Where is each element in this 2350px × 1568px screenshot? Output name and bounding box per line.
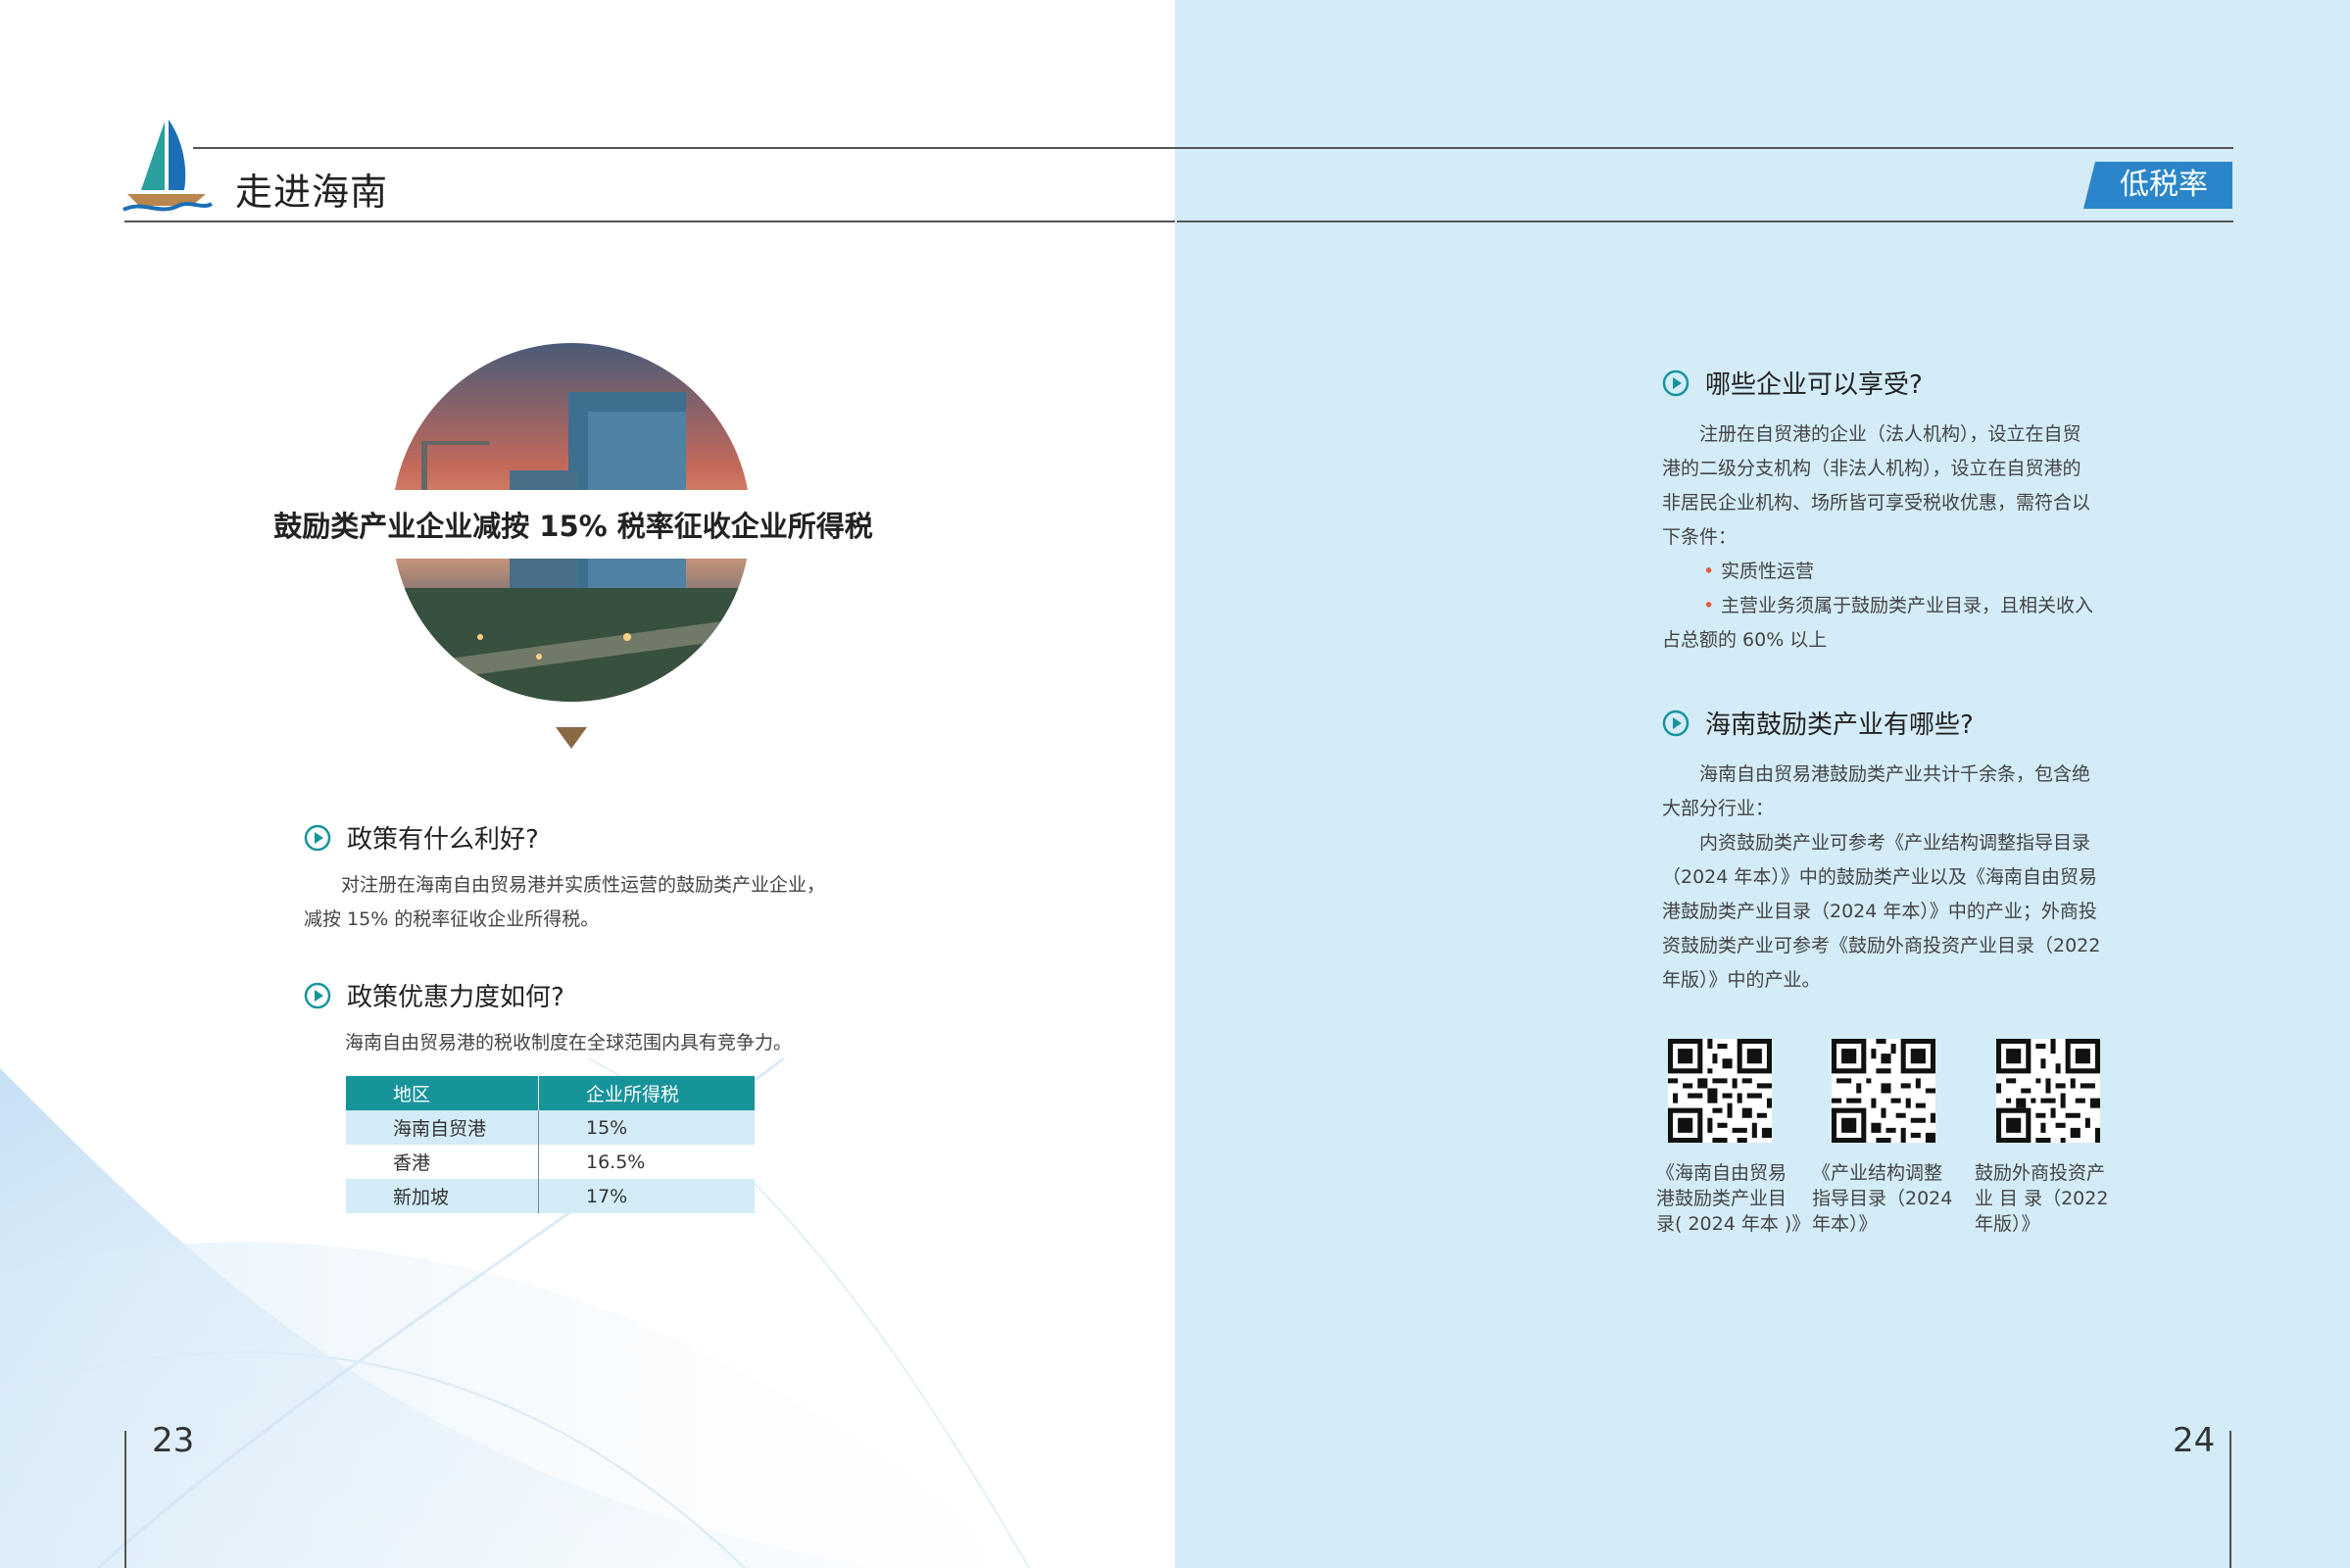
tax-rate-table: 地区 企业所得税 海南自贸港 15% 香港 16.5% 新加坡 17% [346, 1076, 755, 1213]
paragraph-line: 减按 15% 的税率征收企业所得税。 [304, 908, 600, 930]
strength-paragraph: 海南自由贸易港的税收制度在全球范围内具有竞争力。 [345, 1032, 793, 1054]
left-page: 走进海南 鼓励类产业企业减按 15% 税率征收企业所得税 政策有什么利好? 对注… [0, 0, 1175, 1568]
table-cell-rate: 16.5% [538, 1145, 755, 1179]
section-title: 走进海南 [235, 171, 389, 214]
table-cell-rate: 15% [538, 1110, 755, 1145]
play-circle-icon [1662, 369, 1689, 396]
table-row: 海南自贸港 15% [346, 1110, 755, 1145]
caption-line: 指导目录（2024 [1812, 1188, 1953, 1209]
right-page: 哪些企业可以享受? 注册在自贸港的企业（法人机构），设立在自贸 港的二级分支机构… [1175, 0, 2350, 1568]
benefits-paragraph: 对注册在海南自由贸易港并实质性运营的鼓励类产业企业， 减按 15% 的税率征收企… [304, 868, 853, 937]
question-title: 政策优惠力度如何? [347, 983, 564, 1012]
play-circle-icon [1662, 710, 1689, 736]
caption-line: 年本）》 [1812, 1213, 1878, 1235]
question-heading-benefits: 政策有什么利好? [304, 819, 539, 856]
paragraph-line: （2024 年本）》中的鼓励类产业以及《海南自由贸易 [1662, 866, 2097, 888]
page-edge-line [2229, 1431, 2231, 1568]
paragraph-line: 占总额的 60% 以上 [1662, 629, 1828, 651]
paragraph-line: 下条件： [1662, 526, 1738, 548]
header-top-rule [193, 147, 1252, 149]
condition-bullet: 实质性运营 [1662, 555, 2113, 589]
question-heading-industries: 海南鼓励类产业有哪些? [1662, 705, 1974, 741]
qr-code-icon[interactable] [1832, 1039, 1935, 1143]
header-bottom-rule [124, 220, 1175, 222]
table-header: 企业所得税 [538, 1076, 755, 1110]
qr-code-icon[interactable] [1668, 1039, 1772, 1143]
caption-line: 年版）》 [1975, 1213, 2040, 1235]
play-circle-icon [304, 982, 331, 1008]
paragraph-line: 对注册在海南自由贸易港并实质性运营的鼓励类产业企业， [341, 874, 826, 896]
caption-line: 录( 2024 年本 )》 [1656, 1213, 1811, 1235]
table-row: 香港 16.5% [346, 1145, 755, 1179]
caption-line: 鼓励外商投资产 [1975, 1162, 2106, 1184]
paragraph-line: 海南自由贸易港鼓励类产业共计千余条，包含绝 [1699, 763, 2091, 785]
paragraph-line: 内资鼓励类产业可参考《产业结构调整指导目录 [1699, 832, 2091, 854]
paragraph-line: 注册在自贸港的企业（法人机构），设立在自贸 [1699, 423, 2081, 445]
section-tag: 低税率 [2083, 162, 2232, 209]
question-heading-strength: 政策优惠力度如何? [304, 977, 564, 1013]
question-title: 海南鼓励类产业有哪些? [1705, 710, 1974, 740]
table-cell-rate: 17% [538, 1179, 755, 1213]
table-cell-region: 香港 [346, 1145, 539, 1179]
paragraph-line: 资鼓励类产业可参考《鼓励外商投资产业目录（2022 [1662, 935, 2101, 956]
eligibility-paragraph: 注册在自贸港的企业（法人机构），设立在自贸 港的二级分支机构（非法人机构），设立… [1662, 417, 2113, 658]
paragraph-line: 非居民企业机构、场所皆可享受税收优惠，需符合以 [1662, 492, 2091, 514]
headline: 鼓励类产业企业减按 15% 税率征收企业所得税 [273, 510, 873, 543]
header-top-rule [1177, 147, 2233, 149]
qr-code-icon[interactable] [1996, 1039, 2100, 1143]
caption-line: 业 目 录（2022 [1975, 1188, 2109, 1209]
caption-line: 港鼓励类产业目 [1656, 1188, 1787, 1209]
caption-line: 《海南自由贸易 [1656, 1162, 1787, 1184]
header-bottom-rule [1177, 220, 2233, 222]
sailboat-logo-icon [122, 120, 214, 212]
play-circle-icon [304, 824, 331, 851]
paragraph-line: 大部分行业： [1662, 798, 1775, 819]
industries-paragraph: 海南自由贸易港鼓励类产业共计千余条，包含绝 大部分行业： 内资鼓励类产业可参考《… [1662, 758, 2113, 998]
qr-caption: 《产业结构调整 指导目录（2024 年本）》 [1812, 1160, 1959, 1237]
table-row: 新加坡 17% [346, 1179, 755, 1213]
paragraph-line: 港的二级分支机构（非法人机构），设立在自贸港的 [1662, 458, 2081, 479]
table-cell-region: 海南自贸港 [346, 1110, 539, 1145]
page-number-right: 24 [2173, 1421, 2216, 1460]
condition-bullet: 主营业务须属于鼓励类产业目录，且相关收入 [1662, 589, 2113, 623]
page-edge-line [124, 1431, 126, 1568]
down-triangle-icon [556, 727, 587, 749]
table-cell-region: 新加坡 [346, 1179, 539, 1213]
question-title: 政策有什么利好? [347, 825, 539, 855]
question-heading-eligibility: 哪些企业可以享受? [1662, 365, 1923, 401]
question-title: 哪些企业可以享受? [1705, 370, 1923, 400]
qr-caption: 鼓励外商投资产 业 目 录（2022 年版）》 [1975, 1160, 2122, 1237]
page-number-left: 23 [152, 1421, 195, 1460]
caption-line: 《产业结构调整 [1812, 1162, 1943, 1184]
table-header: 地区 [346, 1076, 539, 1110]
qr-caption: 《海南自由贸易 港鼓励类产业目 录( 2024 年本 )》 [1656, 1160, 1811, 1237]
paragraph-line: 年版）》中的产业。 [1662, 969, 1821, 991]
paragraph-line: 港鼓励类产业目录（2024 年本）》中的产业；外商投 [1662, 901, 2097, 922]
